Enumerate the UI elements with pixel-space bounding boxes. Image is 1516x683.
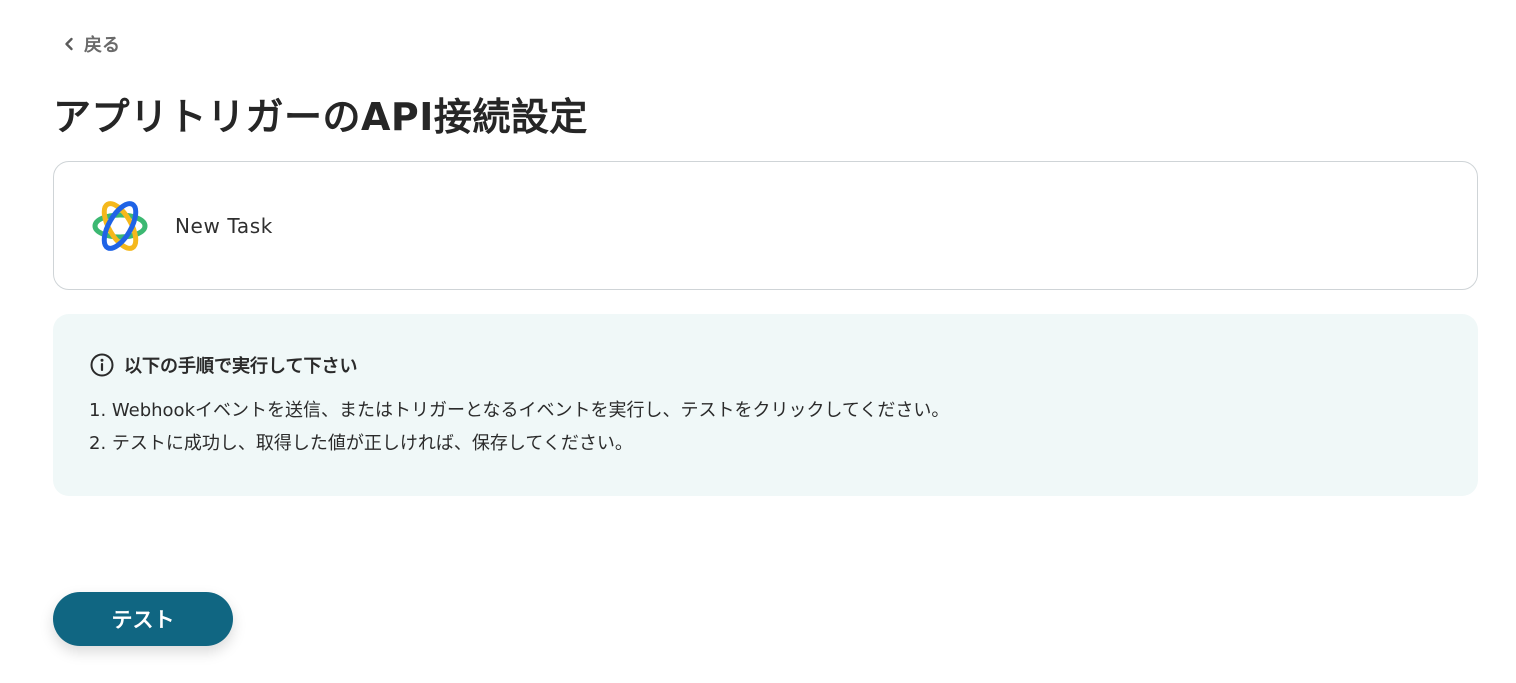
instruction-step: 2. テストに成功し、取得した値が正しければ、保存してください。 [89, 433, 633, 454]
instructions-panel: 以下の手順で実行して下さい 1. Webhookイベントを送信、またはトリガーと… [53, 314, 1478, 496]
page-title: アプリトリガーのAPI接続設定 [53, 95, 588, 139]
back-link[interactable]: 戻る [62, 31, 120, 57]
chevron-left-icon [65, 37, 73, 51]
instructions-title: 以下の手順で実行して下さい [124, 356, 358, 377]
instructions-header: 以下の手順で実行して下さい [89, 352, 1442, 378]
test-button[interactable]: テスト [53, 592, 233, 646]
back-label: 戻る [84, 35, 120, 56]
instructions-steps: 1. Webhookイベントを送信、またはトリガーとなるイベントを実行し、テスト… [89, 394, 1442, 460]
orbit-logo-icon [92, 200, 148, 251]
page: 戻る アプリトリガーのAPI接続設定 New Task 以下の手順で実行して下さ… [0, 0, 1516, 683]
trigger-card: New Task [53, 161, 1478, 290]
trigger-name: New Task [175, 213, 273, 238]
instruction-step: 1. Webhookイベントを送信、またはトリガーとなるイベントを実行し、テスト… [89, 400, 950, 421]
info-icon [90, 353, 114, 377]
